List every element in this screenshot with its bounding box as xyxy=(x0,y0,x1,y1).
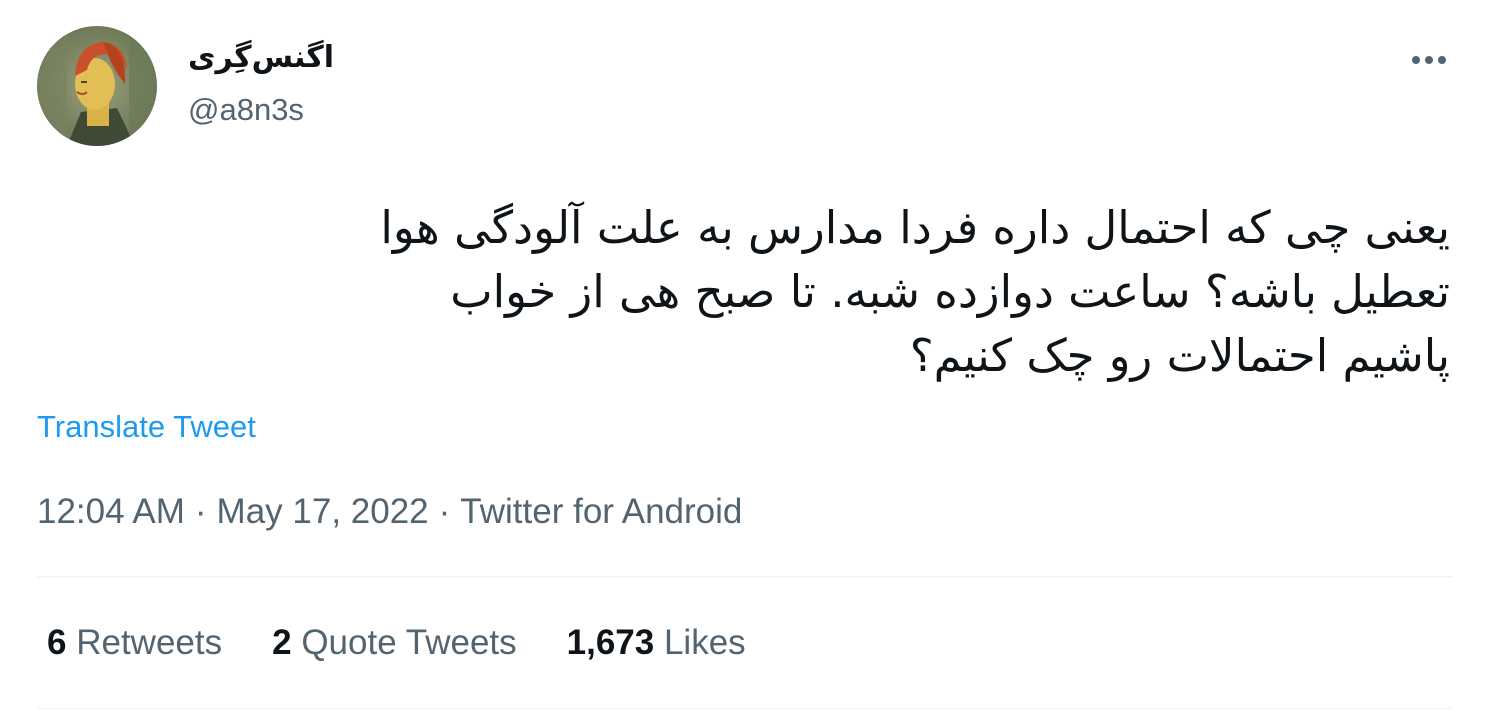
more-options-button[interactable] xyxy=(1400,40,1458,80)
quote-tweets-stat[interactable]: 2 Quote Tweets xyxy=(272,622,517,664)
tweet-metadata: 12:04 AM · May 17, 2022 · Twitter for Androi… xyxy=(37,491,742,533)
more-horizontal-icon xyxy=(1412,56,1420,64)
author-display-name[interactable]: اگنس‌گِری xyxy=(188,38,334,78)
divider xyxy=(37,576,1452,577)
retweets-label: Retweets xyxy=(76,623,223,662)
translate-tweet-link[interactable]: Translate Tweet xyxy=(37,407,256,447)
tweet-source[interactable]: Twitter for Android xyxy=(460,492,742,531)
quote-tweets-count: 2 xyxy=(272,623,292,662)
tweet-text: یعنی چی که احتمال داره فردا مدارس به علت… xyxy=(380,201,1450,382)
quote-tweets-label: Quote Tweets xyxy=(301,623,517,662)
meta-separator: · xyxy=(438,492,451,531)
more-horizontal-icon xyxy=(1438,56,1446,64)
retweets-stat[interactable]: 6 Retweets xyxy=(47,622,222,664)
likes-count: 1,673 xyxy=(566,623,655,662)
likes-stat[interactable]: 1,673 Likes xyxy=(567,622,746,664)
more-horizontal-icon xyxy=(1425,56,1433,64)
likes-label: Likes xyxy=(663,623,746,662)
tweet-stats: 6 Retweets 2 Quote Tweets 1,673 Likes xyxy=(47,622,746,664)
retweets-count: 6 xyxy=(47,623,67,662)
author-handle[interactable]: @a8n3s xyxy=(188,90,304,130)
tweet-date[interactable]: May 17, 2022 xyxy=(217,492,429,531)
meta-separator: · xyxy=(194,492,207,531)
avatar-portrait-image xyxy=(37,26,157,146)
author-avatar[interactable] xyxy=(37,26,157,146)
tweet-time[interactable]: 12:04 AM xyxy=(37,492,185,531)
divider xyxy=(37,708,1452,709)
